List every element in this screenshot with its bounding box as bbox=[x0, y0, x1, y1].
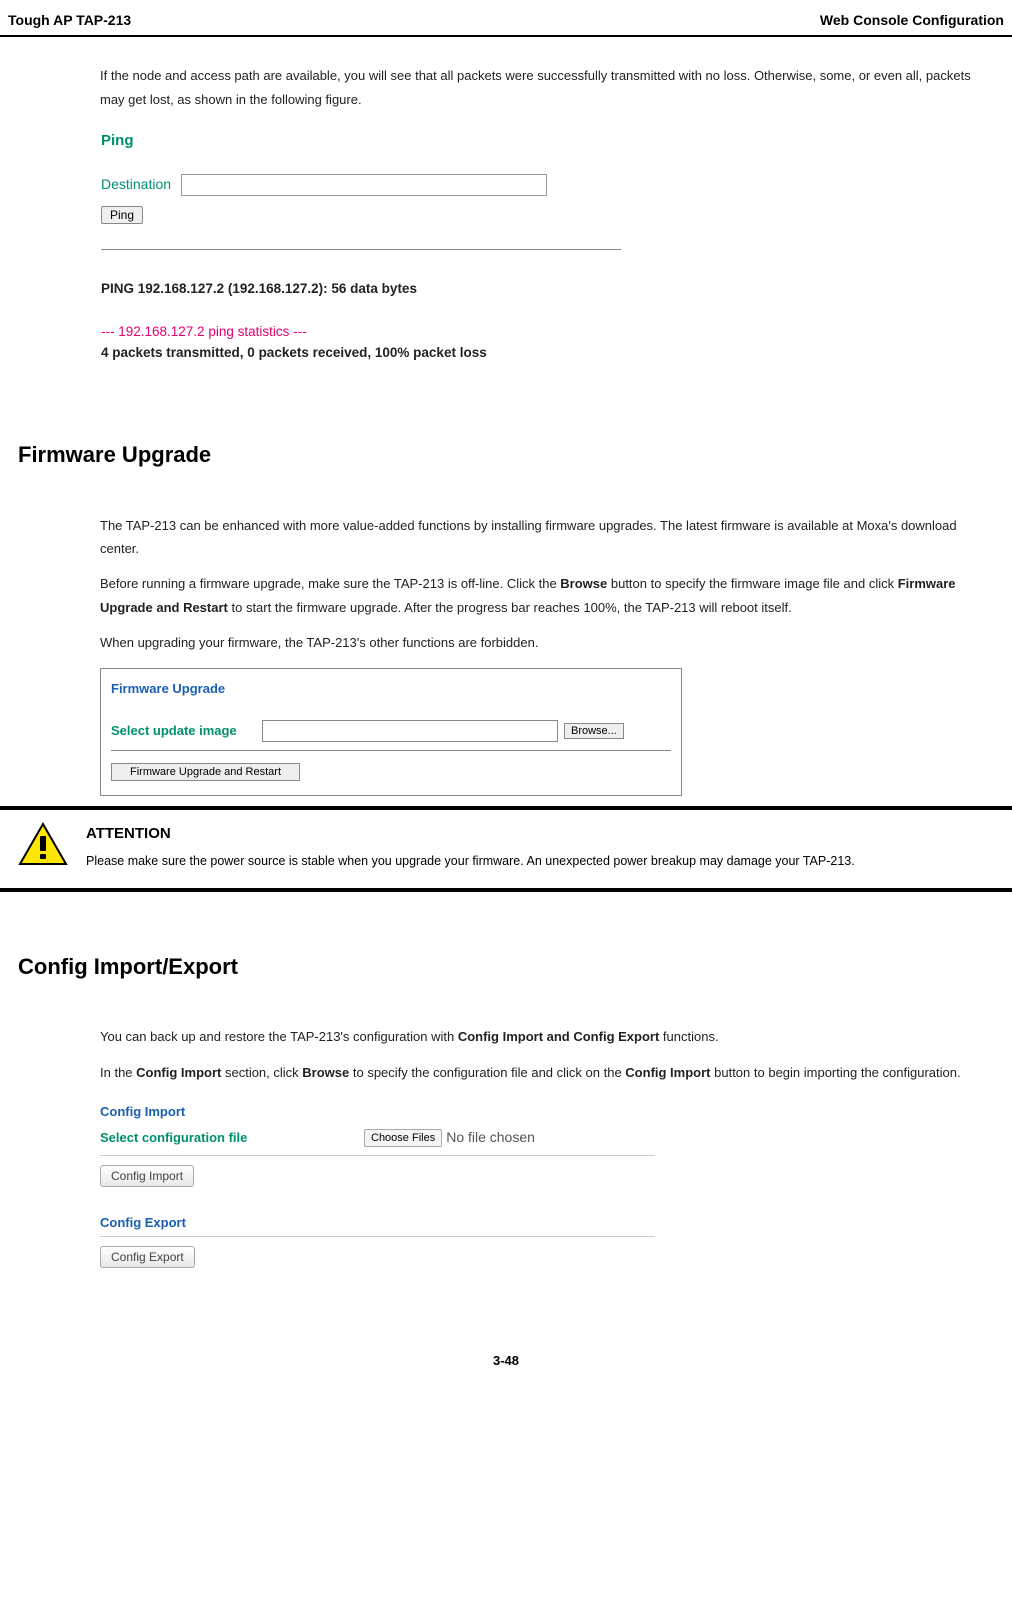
fw-para2: Before running a firmware upgrade, make … bbox=[100, 572, 994, 619]
fw-file-input[interactable] bbox=[262, 720, 558, 742]
cfg-export-button[interactable]: Config Export bbox=[100, 1246, 195, 1268]
fw-shot-title: Firmware Upgrade bbox=[111, 677, 671, 700]
fw-para3: When upgrading your firmware, the TAP-21… bbox=[100, 631, 994, 654]
cfg-screenshot: Config Import Select configuration file … bbox=[100, 1100, 660, 1269]
config-heading: Config Import/Export bbox=[18, 947, 994, 987]
cfg-import-button[interactable]: Config Import bbox=[100, 1165, 194, 1187]
cfg-import-row: Select configuration file Choose Files N… bbox=[100, 1125, 660, 1150]
page-number: 3-48 bbox=[0, 1349, 1012, 1372]
cfg-hr2 bbox=[100, 1236, 655, 1237]
header-right: Web Console Configuration bbox=[820, 8, 1004, 33]
cfg-para2: In the Config Import section, click Brow… bbox=[100, 1061, 994, 1084]
attention-title: ATTENTION bbox=[86, 820, 855, 847]
attention-body: Please make sure the power source is sta… bbox=[86, 851, 855, 872]
ping-dest-row: Destination bbox=[101, 172, 641, 197]
fw-browse-button[interactable]: Browse... bbox=[564, 723, 624, 739]
cfg-import-title: Config Import bbox=[100, 1100, 660, 1123]
ping-output: PING 192.168.127.2 (192.168.127.2): 56 d… bbox=[101, 278, 641, 364]
header-left: Tough AP TAP-213 bbox=[8, 8, 131, 33]
intro-paragraph: If the node and access path are availabl… bbox=[100, 64, 994, 111]
fw-shot-row: Select update image Browse... bbox=[111, 719, 671, 742]
ping-button[interactable]: Ping bbox=[101, 206, 143, 224]
ping-out-line2: --- 192.168.127.2 ping statistics --- bbox=[101, 321, 641, 343]
page-header: Tough AP TAP-213 Web Console Configurati… bbox=[0, 8, 1012, 37]
attention-box: ATTENTION Please make sure the power sou… bbox=[0, 806, 1012, 891]
ping-title: Ping bbox=[101, 127, 641, 154]
fw-screenshot: Firmware Upgrade Select update image Bro… bbox=[100, 668, 682, 796]
fw-para1: The TAP-213 can be enhanced with more va… bbox=[100, 514, 994, 561]
cfg-choose-button[interactable]: Choose Files bbox=[364, 1129, 442, 1147]
cfg-import-label: Select configuration file bbox=[100, 1126, 360, 1149]
cfg-hr1 bbox=[100, 1155, 655, 1156]
ping-dest-input[interactable] bbox=[181, 174, 547, 196]
ping-out-line3: 4 packets transmitted, 0 packets receive… bbox=[101, 342, 641, 364]
firmware-heading: Firmware Upgrade bbox=[18, 435, 994, 475]
ping-screenshot: Ping Destination Ping PING 192.168.127.2… bbox=[100, 126, 642, 365]
cfg-export-title: Config Export bbox=[100, 1211, 660, 1234]
fw-submit-button[interactable]: Firmware Upgrade and Restart bbox=[111, 763, 300, 781]
warning-icon bbox=[18, 822, 68, 873]
fw-shot-label: Select update image bbox=[111, 719, 256, 742]
fw-hr bbox=[111, 750, 671, 751]
cfg-para1: You can back up and restore the TAP-213'… bbox=[100, 1025, 994, 1048]
ping-divider bbox=[101, 249, 621, 250]
ping-dest-label: Destination bbox=[101, 172, 171, 197]
cfg-no-file-chosen: No file chosen bbox=[446, 1125, 535, 1150]
ping-out-line1: PING 192.168.127.2 (192.168.127.2): 56 d… bbox=[101, 278, 641, 300]
